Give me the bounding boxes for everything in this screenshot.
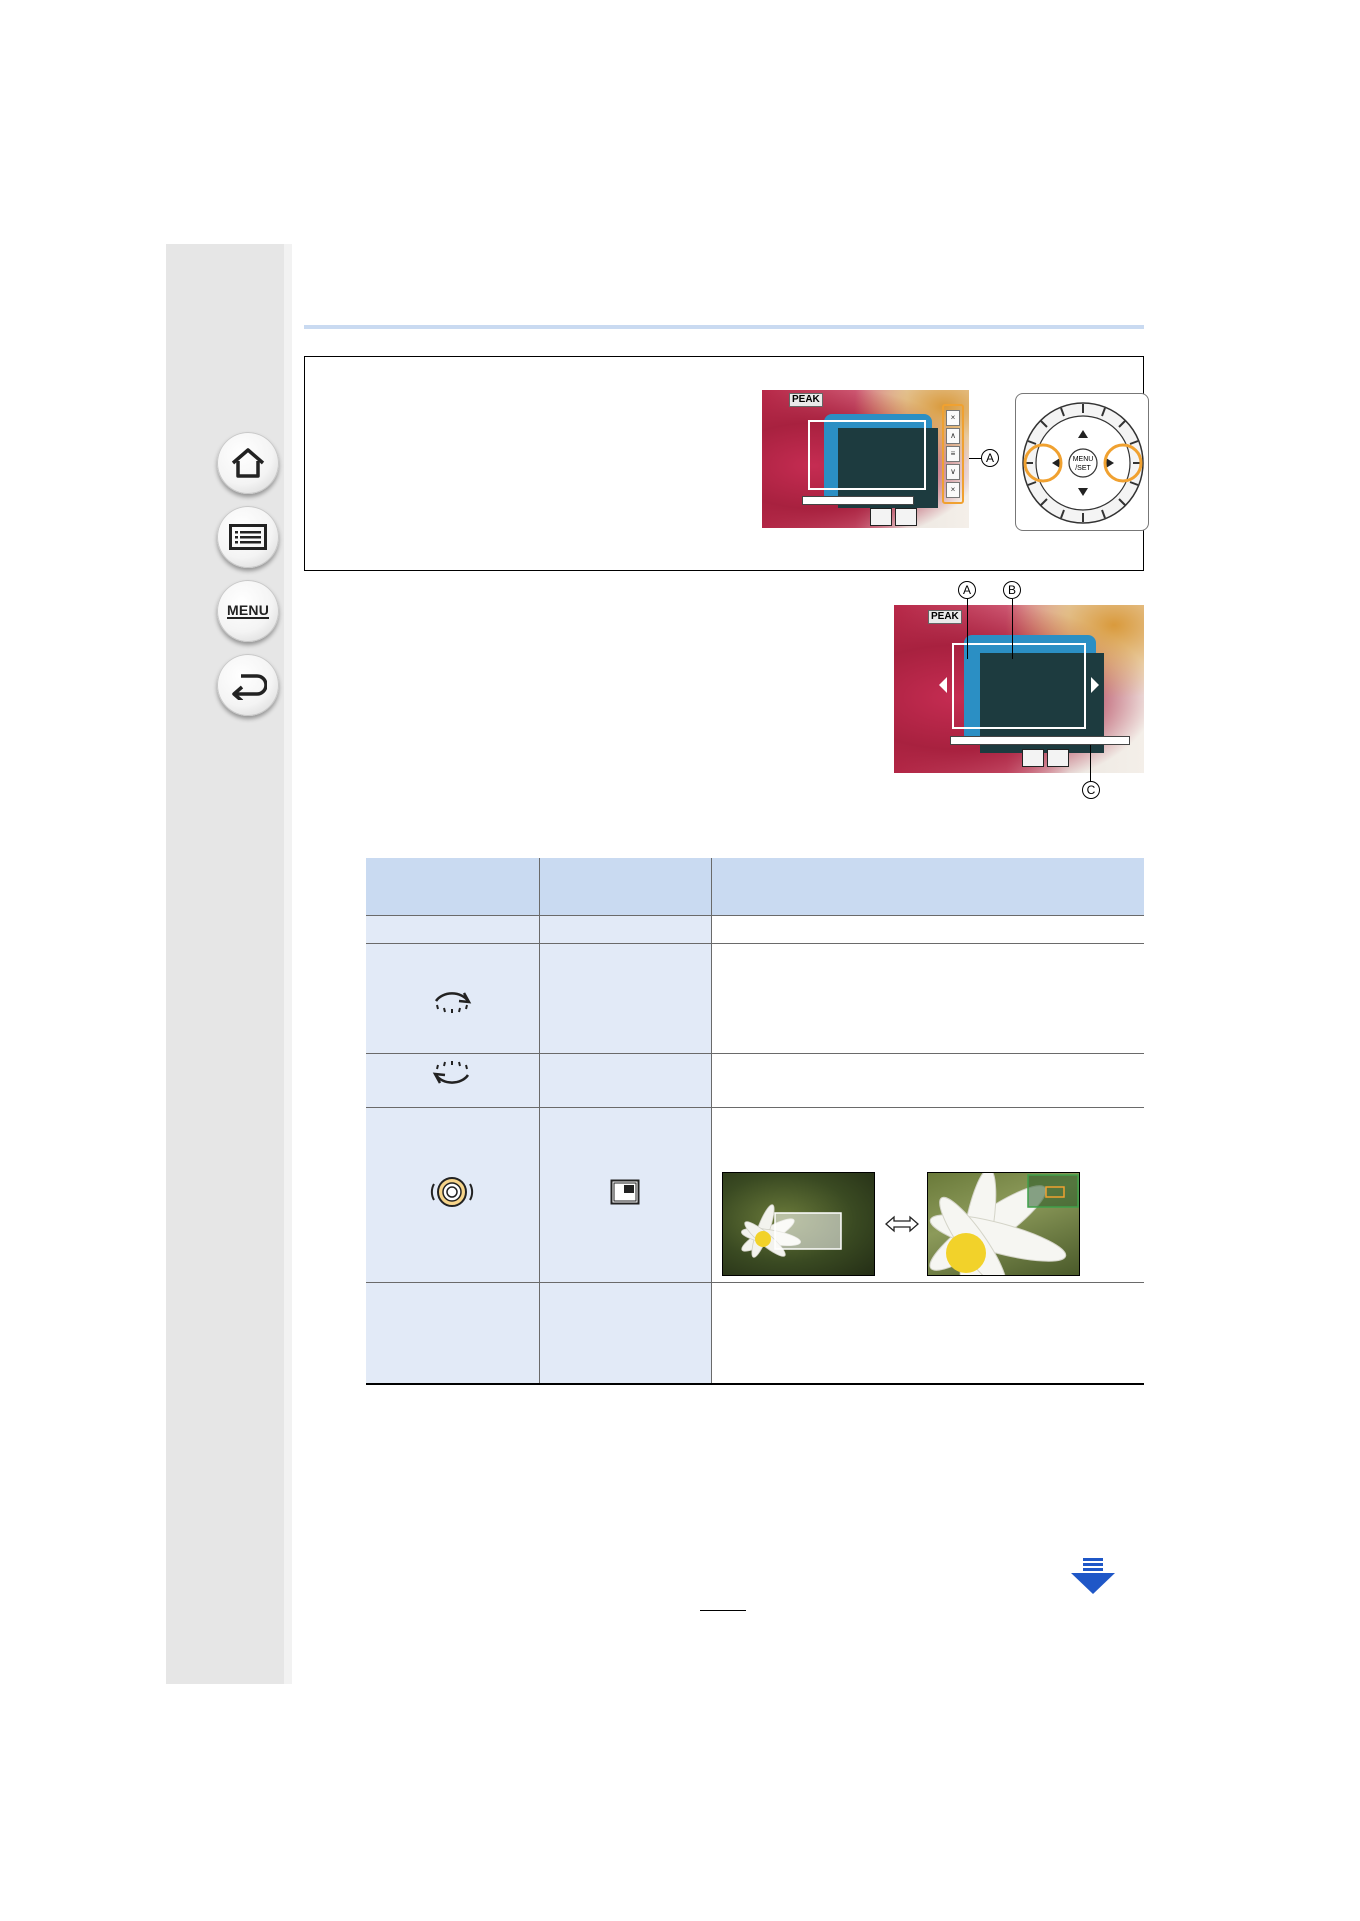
home-icon bbox=[231, 448, 265, 478]
mf-guide-bar bbox=[950, 736, 1130, 745]
peak-indicator: PEAK bbox=[789, 393, 823, 407]
menu-button[interactable]: MENU bbox=[217, 580, 279, 642]
table-cell bbox=[711, 915, 1144, 944]
list-icon bbox=[229, 524, 267, 550]
callout-b-fig2: B bbox=[1003, 581, 1021, 599]
control-dial-press-icon bbox=[431, 1177, 474, 1207]
table-cell bbox=[366, 1107, 540, 1283]
back-arrow-icon bbox=[232, 674, 267, 700]
callout-a-fig2: A bbox=[958, 581, 976, 599]
callout-a-fig1: A bbox=[981, 449, 999, 467]
table-cell bbox=[366, 1282, 540, 1385]
operations-table bbox=[366, 858, 1144, 1385]
move-left-arrow-icon bbox=[939, 677, 947, 693]
dial-turn-left-icon bbox=[432, 1060, 470, 1084]
table-cell bbox=[366, 915, 540, 944]
display-mode-icons bbox=[870, 508, 917, 526]
scale-step: ≡ bbox=[946, 446, 960, 462]
leader-line bbox=[1012, 599, 1013, 659]
table-cell bbox=[539, 1107, 712, 1283]
contents-button[interactable] bbox=[217, 506, 279, 568]
table-row bbox=[366, 915, 1144, 944]
table-cell bbox=[539, 1282, 712, 1385]
table-cell bbox=[539, 1053, 712, 1108]
enlarged-area-frame bbox=[952, 643, 1086, 729]
header-cell bbox=[366, 858, 540, 916]
leader-line bbox=[969, 458, 981, 459]
next-page-button[interactable] bbox=[1069, 1558, 1117, 1601]
sidebar-edge bbox=[284, 244, 292, 1684]
control-dial-illustration: MENU /SET bbox=[1015, 393, 1149, 531]
home-button[interactable] bbox=[217, 432, 279, 494]
table-header-row bbox=[366, 858, 1144, 916]
flower-image bbox=[741, 1204, 842, 1258]
camera-screen-position: PEAK bbox=[894, 605, 1144, 773]
table-row bbox=[366, 1053, 1144, 1108]
full-screen-enlarged-photo bbox=[927, 1172, 1080, 1276]
table-row bbox=[366, 1282, 1144, 1385]
display-mode-icons bbox=[1022, 749, 1069, 767]
menu-label: MENU bbox=[226, 602, 270, 619]
move-right-arrow-icon bbox=[1091, 677, 1099, 693]
section-header-rule bbox=[304, 325, 1144, 329]
flower-image bbox=[929, 1173, 1079, 1275]
scale-step: ∨ bbox=[946, 464, 960, 480]
next-page-arrow-icon bbox=[1071, 1558, 1115, 1594]
table-cell bbox=[711, 1282, 1144, 1385]
table-cell bbox=[539, 943, 712, 1054]
header-cell bbox=[711, 858, 1144, 916]
mf-guide-bar bbox=[802, 496, 914, 505]
table-cell bbox=[711, 1053, 1144, 1108]
leader-line bbox=[1090, 745, 1091, 782]
table-row bbox=[366, 943, 1144, 1054]
scale-step: × bbox=[946, 410, 960, 426]
peak-indicator: PEAK bbox=[928, 610, 962, 624]
back-button[interactable] bbox=[217, 654, 279, 716]
leader-line bbox=[967, 599, 968, 659]
table-cell bbox=[366, 943, 540, 1054]
enlarged-area-frame bbox=[808, 420, 926, 490]
scale-step: × bbox=[946, 482, 960, 498]
callout-c-fig2: C bbox=[1082, 781, 1100, 799]
dial-graphic-icon: MENU /SET bbox=[1022, 402, 1144, 524]
table-cell bbox=[539, 915, 712, 944]
svg-text:MENU: MENU bbox=[1073, 456, 1094, 463]
table-cell bbox=[711, 943, 1144, 1054]
scale-step: ∧ bbox=[946, 428, 960, 444]
svg-text:/SET: /SET bbox=[1075, 465, 1091, 472]
full-view-photo bbox=[722, 1172, 875, 1276]
picture-in-picture-icon bbox=[610, 1179, 640, 1205]
swap-arrow-icon bbox=[885, 1215, 919, 1233]
camera-screen-zoom: PEAK × ∧ ≡ ∨ × bbox=[762, 390, 969, 528]
table-cell bbox=[366, 1053, 540, 1108]
dial-turn-right-icon bbox=[435, 991, 472, 1013]
page-number bbox=[700, 1591, 746, 1611]
header-cell bbox=[539, 858, 712, 916]
